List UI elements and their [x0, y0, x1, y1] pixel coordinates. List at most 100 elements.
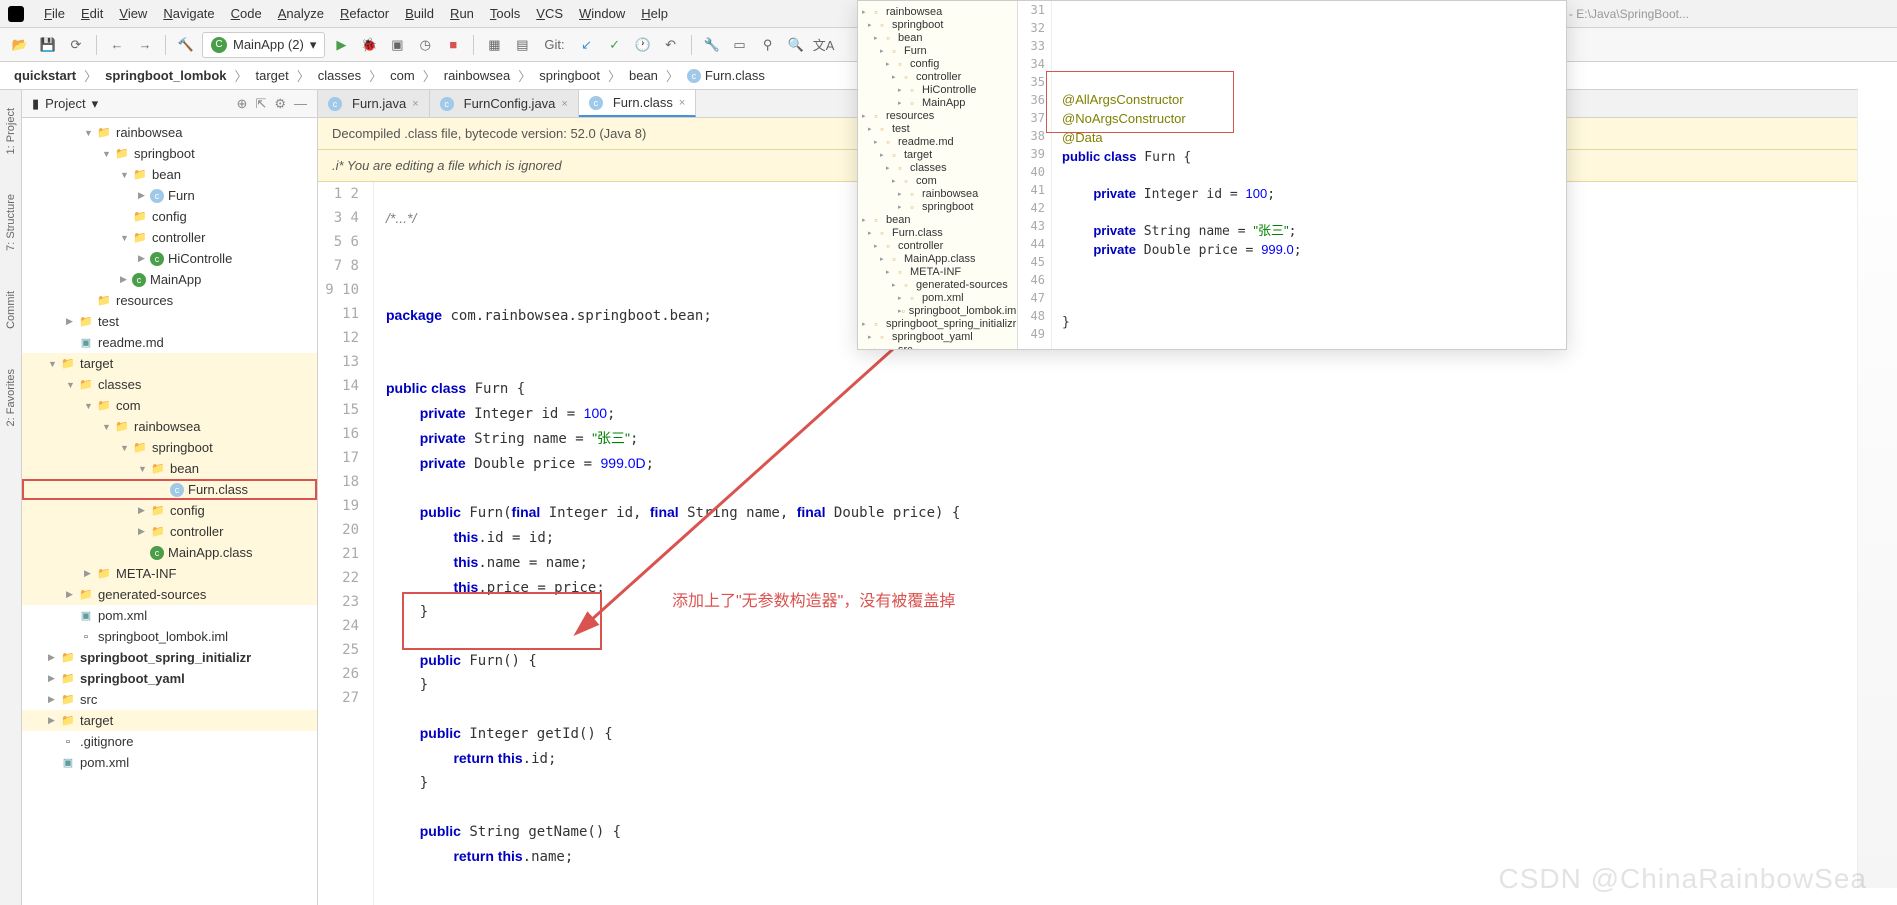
gear-icon[interactable]: ⚙ — [274, 96, 286, 112]
tab-furnconfig-java[interactable]: cFurnConfig.java× — [430, 90, 579, 117]
tree-item-controller[interactable]: ▶📁controller — [22, 521, 317, 542]
locate-icon[interactable]: ⊕ — [237, 96, 248, 112]
save-icon[interactable]: 💾 — [36, 33, 60, 57]
tree-item-meta-inf[interactable]: ▶📁META-INF — [22, 563, 317, 584]
menu-edit[interactable]: Edit — [73, 2, 111, 25]
tree-item-classes[interactable]: ▼📁classes — [22, 374, 317, 395]
ov-tree-3[interactable]: ▸▫Furn — [858, 44, 1017, 57]
close-icon[interactable]: × — [679, 97, 685, 109]
minimap[interactable] — [1857, 88, 1897, 888]
ov-tree-25[interactable]: ▸▫springboot_yaml — [858, 330, 1017, 343]
ov-tree-21[interactable]: ▸▫generated-sources — [858, 278, 1017, 291]
crumb-0[interactable]: quickstart — [10, 66, 80, 85]
menu-file[interactable]: File — [36, 2, 73, 25]
tree-item-springboot[interactable]: ▼📁springboot — [22, 437, 317, 458]
tool-tab-commit[interactable]: Commit — [3, 281, 19, 339]
crumb-1[interactable]: springboot_lombok — [101, 66, 230, 85]
ov-tree-15[interactable]: ▸▫springboot — [858, 200, 1017, 213]
search-everywhere-icon[interactable]: ⚲ — [756, 33, 780, 57]
ov-tree-10[interactable]: ▸▫readme.md — [858, 135, 1017, 148]
ov-tree-11[interactable]: ▸▫target — [858, 148, 1017, 161]
tree-item-target[interactable]: ▼📁target — [22, 353, 317, 374]
tree-item-pom-xml[interactable]: ▣pom.xml — [22, 752, 317, 773]
crumb-6[interactable]: springboot — [535, 66, 604, 85]
ov-tree-8[interactable]: ▸▫resources — [858, 109, 1017, 122]
tree-item-controller[interactable]: ▼📁controller — [22, 227, 317, 248]
ov-tree-12[interactable]: ▸▫classes — [858, 161, 1017, 174]
structure-icon[interactable]: ▭ — [728, 33, 752, 57]
ov-tree-4[interactable]: ▸▫config — [858, 57, 1017, 70]
project-tree[interactable]: ▼📁rainbowsea▼📁springboot▼📁bean▶cFurn📁con… — [22, 118, 317, 905]
ov-tree-13[interactable]: ▸▫com — [858, 174, 1017, 187]
menu-build[interactable]: Build — [397, 2, 442, 25]
tree-item--gitignore[interactable]: ▫.gitignore — [22, 731, 317, 752]
vcs-update-icon[interactable]: ↙ — [575, 33, 599, 57]
ov-tree-1[interactable]: ▸▫springboot — [858, 18, 1017, 31]
coverage-icon[interactable]: ▣ — [385, 33, 409, 57]
ov-tree-5[interactable]: ▸▫controller — [858, 70, 1017, 83]
tree-item-rainbowsea[interactable]: ▼📁rainbowsea — [22, 122, 317, 143]
tree-item-springboot[interactable]: ▼📁springboot — [22, 143, 317, 164]
open-icon[interactable]: 📂 — [8, 33, 32, 57]
ov-tree-20[interactable]: ▸▫META-INF — [858, 265, 1017, 278]
tab-furn-java[interactable]: cFurn.java× — [318, 90, 430, 117]
grid-icon[interactable]: ▦ — [482, 33, 506, 57]
tool-tab-favorites[interactable]: 2: Favorites — [3, 359, 19, 436]
ov-tree-19[interactable]: ▸▫MainApp.class — [858, 252, 1017, 265]
menu-window[interactable]: Window — [571, 2, 633, 25]
tree-item-test[interactable]: ▶📁test — [22, 311, 317, 332]
menu-tools[interactable]: Tools — [482, 2, 528, 25]
ov-tree-7[interactable]: ▸▫MainApp — [858, 96, 1017, 109]
close-icon[interactable]: × — [412, 98, 418, 110]
tool-tab-project[interactable]: 1: Project — [3, 98, 19, 164]
ov-tree-24[interactable]: ▸▫springboot_spring_initializr — [858, 317, 1017, 330]
debug-icon[interactable]: 🐞 — [357, 33, 381, 57]
ov-tree-0[interactable]: ▸▫rainbowsea — [858, 5, 1017, 18]
tree-item-config[interactable]: ▶📁config — [22, 500, 317, 521]
ov-tree-23[interactable]: ▸▫springboot_lombok.iml — [858, 304, 1017, 317]
crumb-7[interactable]: bean — [625, 66, 662, 85]
expand-icon[interactable]: ⇱ — [255, 96, 266, 112]
tree-item-rainbowsea[interactable]: ▼📁rainbowsea — [22, 416, 317, 437]
tree-item-furn-class[interactable]: cFurn.class — [22, 479, 317, 500]
tree-item-springboot-lombok-iml[interactable]: ▫springboot_lombok.iml — [22, 626, 317, 647]
vcs-commit-icon[interactable]: ✓ — [603, 33, 627, 57]
overlay-code[interactable]: @AllArgsConstructor @NoArgsConstructor @… — [1052, 1, 1566, 349]
run-icon[interactable]: ▶ — [329, 33, 353, 57]
vcs-revert-icon[interactable]: ↶ — [659, 33, 683, 57]
tree-item-springboot-spring-initializr[interactable]: ▶📁springboot_spring_initializr — [22, 647, 317, 668]
crumb-3[interactable]: classes — [314, 66, 365, 85]
settings-icon[interactable]: 🔧 — [700, 33, 724, 57]
crumb-5[interactable]: rainbowsea — [440, 66, 515, 85]
menu-help[interactable]: Help — [633, 2, 676, 25]
tree-item-bean[interactable]: ▼📁bean — [22, 458, 317, 479]
tree-item-bean[interactable]: ▼📁bean — [22, 164, 317, 185]
close-icon[interactable]: × — [561, 98, 567, 110]
tree-item-resources[interactable]: 📁resources — [22, 290, 317, 311]
forward-icon[interactable]: → — [133, 33, 157, 57]
tree-item-src[interactable]: ▶📁src — [22, 689, 317, 710]
crumb-2[interactable]: target — [252, 66, 293, 85]
ov-tree-18[interactable]: ▸▫controller — [858, 239, 1017, 252]
minimize-icon[interactable]: — — [294, 96, 307, 112]
translate-icon[interactable]: 文A — [812, 33, 836, 57]
crumb-8[interactable]: c Furn.class — [683, 66, 769, 85]
tree-item-springboot-yaml[interactable]: ▶📁springboot_yaml — [22, 668, 317, 689]
menu-navigate[interactable]: Navigate — [155, 2, 222, 25]
menu-code[interactable]: Code — [223, 2, 270, 25]
refresh-icon[interactable]: ⟳ — [64, 33, 88, 57]
back-icon[interactable]: ← — [105, 33, 129, 57]
vcs-history-icon[interactable]: 🕐 — [631, 33, 655, 57]
tree-item-pom-xml[interactable]: ▣pom.xml — [22, 605, 317, 626]
menu-vcs[interactable]: VCS — [528, 2, 571, 25]
tree-item-mainapp[interactable]: ▶cMainApp — [22, 269, 317, 290]
menu-run[interactable]: Run — [442, 2, 482, 25]
run-config-dropdown[interactable]: C MainApp (2) ▾ — [202, 32, 325, 58]
find-icon[interactable]: 🔍 — [784, 33, 808, 57]
overlay-tree[interactable]: ▸▫rainbowsea▸▫springboot▸▫bean▸▫Furn▸▫co… — [858, 1, 1018, 349]
stop-icon[interactable]: ■ — [441, 33, 465, 57]
ov-tree-9[interactable]: ▸▫test — [858, 122, 1017, 135]
tree-item-furn[interactable]: ▶cFurn — [22, 185, 317, 206]
hammer-icon[interactable]: 🔨 — [174, 33, 198, 57]
crumb-4[interactable]: com — [386, 66, 419, 85]
